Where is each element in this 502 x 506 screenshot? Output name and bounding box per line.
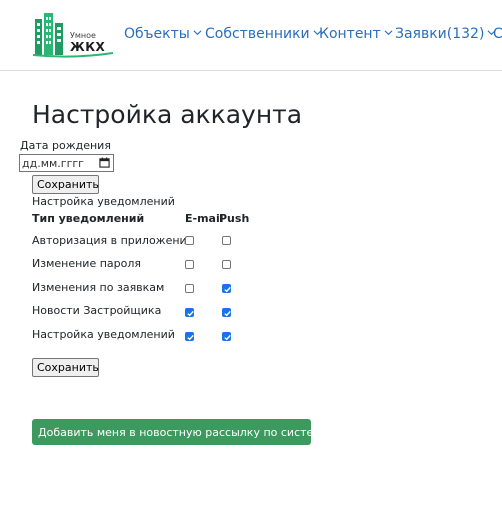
subscribe-newsletter-button[interactable]: Добавить меня в новостную рассылку по си… xyxy=(32,419,328,445)
check-icon xyxy=(187,334,194,341)
nav-item-objects[interactable]: Объекты xyxy=(124,26,202,42)
chevron-down-icon xyxy=(384,30,393,36)
notification-row-label: Изменение пароля xyxy=(32,257,142,270)
nav-item-label: Заявки(132) xyxy=(395,26,485,42)
email-checkbox[interactable] xyxy=(185,332,194,341)
email-checkbox[interactable] xyxy=(185,284,194,293)
email-checkbox[interactable] xyxy=(185,308,194,317)
logo-text-line1: Умное xyxy=(70,31,96,40)
logo[interactable]: Умное ЖКХ xyxy=(33,11,113,59)
save-notifications-button[interactable]: Сохранить xyxy=(32,358,99,377)
push-checkbox[interactable] xyxy=(222,332,231,341)
birth-date-label: Дата рождения xyxy=(20,139,111,152)
push-checkbox[interactable] xyxy=(222,308,231,317)
nav-item-truncated[interactable]: С xyxy=(493,26,502,42)
notification-row-label: Авторизация в приложении xyxy=(32,234,194,247)
nav-item-label: Собственники xyxy=(205,26,310,42)
email-checkbox[interactable] xyxy=(185,236,194,245)
page-title: Настройка аккаунта xyxy=(32,100,303,129)
check-icon xyxy=(187,310,194,317)
column-header-push: Push xyxy=(219,212,250,225)
nav-item-owners[interactable]: Собственники xyxy=(205,26,322,42)
nav-item-label: Объекты xyxy=(124,26,190,42)
email-checkbox[interactable] xyxy=(185,260,194,269)
column-header-type: Тип уведомлений xyxy=(32,212,145,225)
column-header-email: E-mail xyxy=(185,212,224,225)
check-icon xyxy=(224,334,231,341)
push-checkbox[interactable] xyxy=(222,260,231,269)
save-birth-date-button[interactable]: Сохранить xyxy=(32,175,99,194)
notification-row-label: Новости Застройщика xyxy=(32,304,162,317)
logo-text-line2: ЖКХ xyxy=(70,40,106,54)
nav-item-content[interactable]: Контент xyxy=(319,26,393,42)
notification-row-label: Настройка уведомлений xyxy=(32,328,175,341)
nav-item-requests[interactable]: Заявки(132) xyxy=(395,26,496,42)
birth-date-input[interactable]: дд.мм.гггг xyxy=(19,154,114,172)
chevron-down-icon xyxy=(193,30,202,36)
push-checkbox[interactable] xyxy=(222,236,231,245)
check-icon xyxy=(224,286,231,293)
nav-item-label: Контент xyxy=(319,26,381,42)
notification-row-label: Изменения по заявкам xyxy=(32,281,165,294)
notifications-caption: Настройка уведомлений xyxy=(32,195,175,208)
navbar: Умное ЖКХ Объекты Собственники Контент З… xyxy=(0,0,502,71)
birth-date-placeholder: дд.мм.гггг xyxy=(22,157,84,170)
check-icon xyxy=(224,310,231,317)
calendar-icon[interactable] xyxy=(99,157,110,168)
nav-item-label: С xyxy=(493,26,502,42)
push-checkbox[interactable] xyxy=(222,284,231,293)
